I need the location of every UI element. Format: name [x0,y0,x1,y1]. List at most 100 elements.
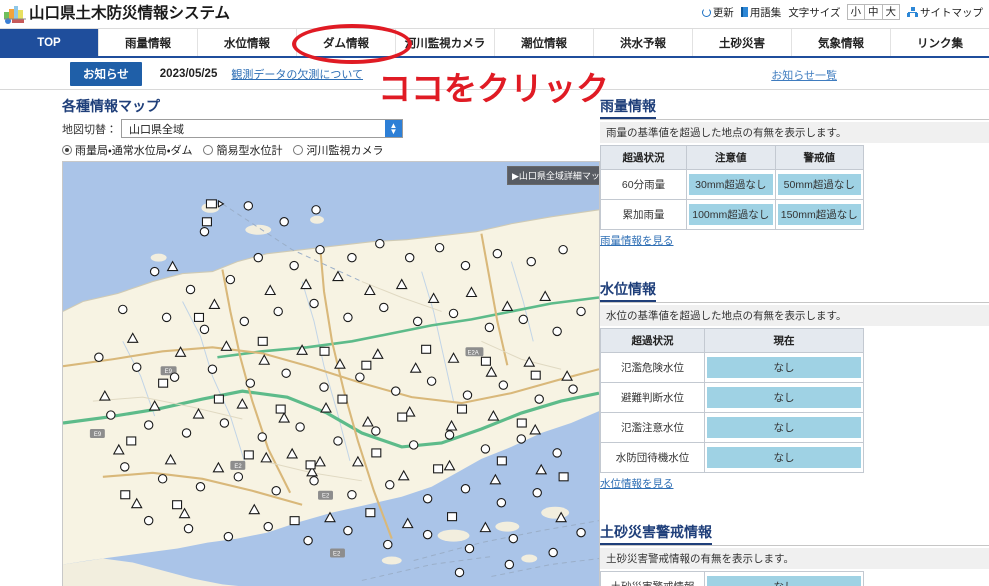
table-row: 避難判断水位 なし [600,382,864,413]
main-navigation: TOP 雨量情報 水位情報 ダム情報 河川監視カメラ 潮位情報 洪水予報 土砂災… [0,28,989,58]
table-row: 水防団待機水位 なし [600,442,864,473]
rain-section-title: 雨量情報 [600,96,656,119]
water-row-evacuation-value-cell: なし [704,382,864,413]
map-panel-title: 各種情報マップ [62,98,160,114]
nav-item-river-camera[interactable]: 河川監視カメラ [396,29,495,56]
layer-option-simple-water-label: 簡易型水位計 [216,145,283,157]
status-badge: 30mm超過なし [689,174,773,195]
notice-all-link[interactable]: お知らせ一覧 [771,67,837,83]
water-section-titlebar: 水位情報 [600,279,989,303]
water-table-header-row: 超過状況 現在 [600,328,864,353]
map-switch-label: 地図切替： [62,123,117,136]
glossary-button[interactable]: 用語集 [740,5,782,20]
layer-option-gauges[interactable]: 雨量局・通常水位局・ダム [62,142,192,158]
status-badge: なし [707,357,861,378]
water-section-subtitle: 水位の基準値を超過した地点の有無を表示します。 [600,305,989,326]
sediment-section-subtitle: 土砂災害警戒情報の有無を表示します。 [600,548,989,569]
sediment-table: 土砂災害警戒情報 なし [600,571,864,586]
water-table: 超過状況 現在 氾濫危険水位 なし 避難判断水位 なし 氾濫注意水位 なし 水防… [600,328,864,473]
region-select[interactable]: 山口県全域 ▲ ▼ [121,119,403,138]
sediment-section: 土砂災害警戒情報 土砂災害警戒情報の有無を表示します。 土砂災害警戒情報 なし … [600,522,989,586]
radio-icon-gauges[interactable] [62,145,72,155]
rain-row-60min-warning-cell: 50mm超過なし [774,169,864,200]
rain-col-status: 超過状況 [600,145,687,170]
detail-map-button[interactable]: ▶山口県全域詳細マップ [507,166,599,185]
rain-col-warning: 警戒値 [774,145,864,170]
fontsize-medium-button[interactable]: 中 [864,4,883,20]
rain-row-60min-caution-cell: 30mm超過なし [686,169,776,200]
radio-icon-simple-water[interactable] [203,145,214,155]
sediment-row-label: 土砂災害警戒情報 [600,571,705,586]
nav-item-flood-forecast[interactable]: 洪水予報 [594,29,693,56]
nav-item-links[interactable]: リンク集 [891,29,989,56]
nav-item-water-level[interactable]: 水位情報 [198,29,297,56]
refresh-button[interactable]: 更新 [701,5,734,20]
rain-section-subtitle: 雨量の基準値を超過した地点の有無を表示します。 [600,122,989,143]
rain-row-60min-label: 60分雨量 [600,169,687,200]
water-row-evacuation-label: 避難判断水位 [600,382,705,413]
content-area: 各種情報マップ 地図切替： 山口県全域 ▲ ▼ 雨量局・通常水位局・ダム 簡易型水… [0,90,989,586]
nav-item-sediment-disaster[interactable]: 土砂災害 [693,29,792,56]
layer-option-simple-water[interactable]: 簡易型水位計 [203,142,282,158]
sitemap-button[interactable]: サイトマップ [907,5,983,20]
rain-table-header-row: 超過状況 注意値 警戒値 [600,145,864,170]
fontsize-large-button[interactable]: 大 [881,4,900,20]
map-panel: 各種情報マップ 地図切替： 山口県全域 ▲ ▼ 雨量局・通常水位局・ダム 簡易型水… [0,96,600,586]
book-icon [740,7,748,17]
glossary-label: 用語集 [749,6,782,19]
svg-text:E2: E2 [333,552,341,558]
layer-option-gauges-label: 雨量局・通常水位局・ダム [75,145,193,157]
nav-item-dam[interactable]: ダム情報 [297,29,396,56]
table-row: 累加雨量 100mm超過なし 150mm超過なし [600,199,864,230]
status-badge: 150mm超過なし [777,204,861,225]
water-section-title: 水位情報 [600,279,656,302]
map-canvas[interactable]: E9 E2A E2 E2 E9 E2 [63,162,599,586]
nav-item-tide[interactable]: 潮位情報 [495,29,594,56]
nav-item-rainfall[interactable]: 雨量情報 [99,29,198,56]
water-row-danger-value-cell: なし [704,352,864,383]
chevron-updown-icon[interactable]: ▲ ▼ [385,120,402,137]
layer-radio-group: 雨量局・通常水位局・ダム 簡易型水位計 河川監視カメラ [62,142,600,158]
fontsize-label: 文字サイズ [788,6,841,19]
sediment-section-titlebar: 土砂災害警戒情報 [600,522,989,546]
rain-table: 超過状況 注意値 警戒値 60分雨量 30mm超過なし 50mm超過なし 累加雨… [600,145,864,230]
information-map[interactable]: E9 E2A E2 E2 E9 E2 ▶山口県全域詳細マップ [62,161,600,586]
water-col-current: 現在 [704,328,864,353]
notice-date: 2023/05/25 [159,67,218,80]
nav-item-weather[interactable]: 気象情報 [792,29,891,56]
nav-item-top[interactable]: TOP [0,29,99,56]
notice-link[interactable]: 観測データの欠測について [231,66,363,82]
svg-text:E2: E2 [322,494,330,500]
sitemap-icon [907,7,918,17]
layer-option-camera[interactable]: 河川監視カメラ [293,142,383,158]
refresh-circle-icon [701,7,711,17]
site-header: 山口県土木防災情報システム 更新 用語集 文字サイズ 小 中 大 サイトマップ [0,0,989,28]
status-badge: なし [707,576,861,586]
site-title: 山口県土木防災情報システム [29,5,231,23]
rain-section: 雨量情報 雨量の基準値を超過した地点の有無を表示します。 超過状況 注意値 警戒… [600,96,989,249]
layer-option-camera-label: 河川監視カメラ [306,145,384,157]
refresh-label: 更新 [712,6,734,19]
status-badge: なし [707,417,861,438]
notice-badge[interactable]: お知らせ [70,61,142,86]
rain-row-cumulative-caution-cell: 100mm超過なし [686,199,776,230]
water-row-caution-value-cell: なし [704,412,864,443]
table-row: 60分雨量 30mm超過なし 50mm超過なし [600,169,864,200]
fontsize-small-button[interactable]: 小 [846,4,865,20]
rain-section-link[interactable]: 雨量情報を見る [600,233,674,248]
svg-text:E2A: E2A [467,350,478,356]
water-row-caution-label: 氾濫注意水位 [600,412,705,443]
rain-row-cumulative-label: 累加雨量 [600,199,687,230]
sitemap-label: サイトマップ [920,6,983,19]
water-section: 水位情報 水位の基準値を超過した地点の有無を表示します。 超過状況 現在 氾濫危… [600,279,989,492]
water-section-link[interactable]: 水位情報を見る [600,476,674,491]
header-tools: 更新 用語集 文字サイズ 小 中 大 サイトマップ [701,4,983,20]
sediment-section-title: 土砂災害警戒情報 [600,522,712,545]
status-badge: なし [707,447,861,468]
radio-icon-camera[interactable] [293,145,304,155]
prefecture-logo-icon [3,3,27,25]
table-row: 氾濫注意水位 なし [600,412,864,443]
rain-col-caution: 注意値 [686,145,776,170]
